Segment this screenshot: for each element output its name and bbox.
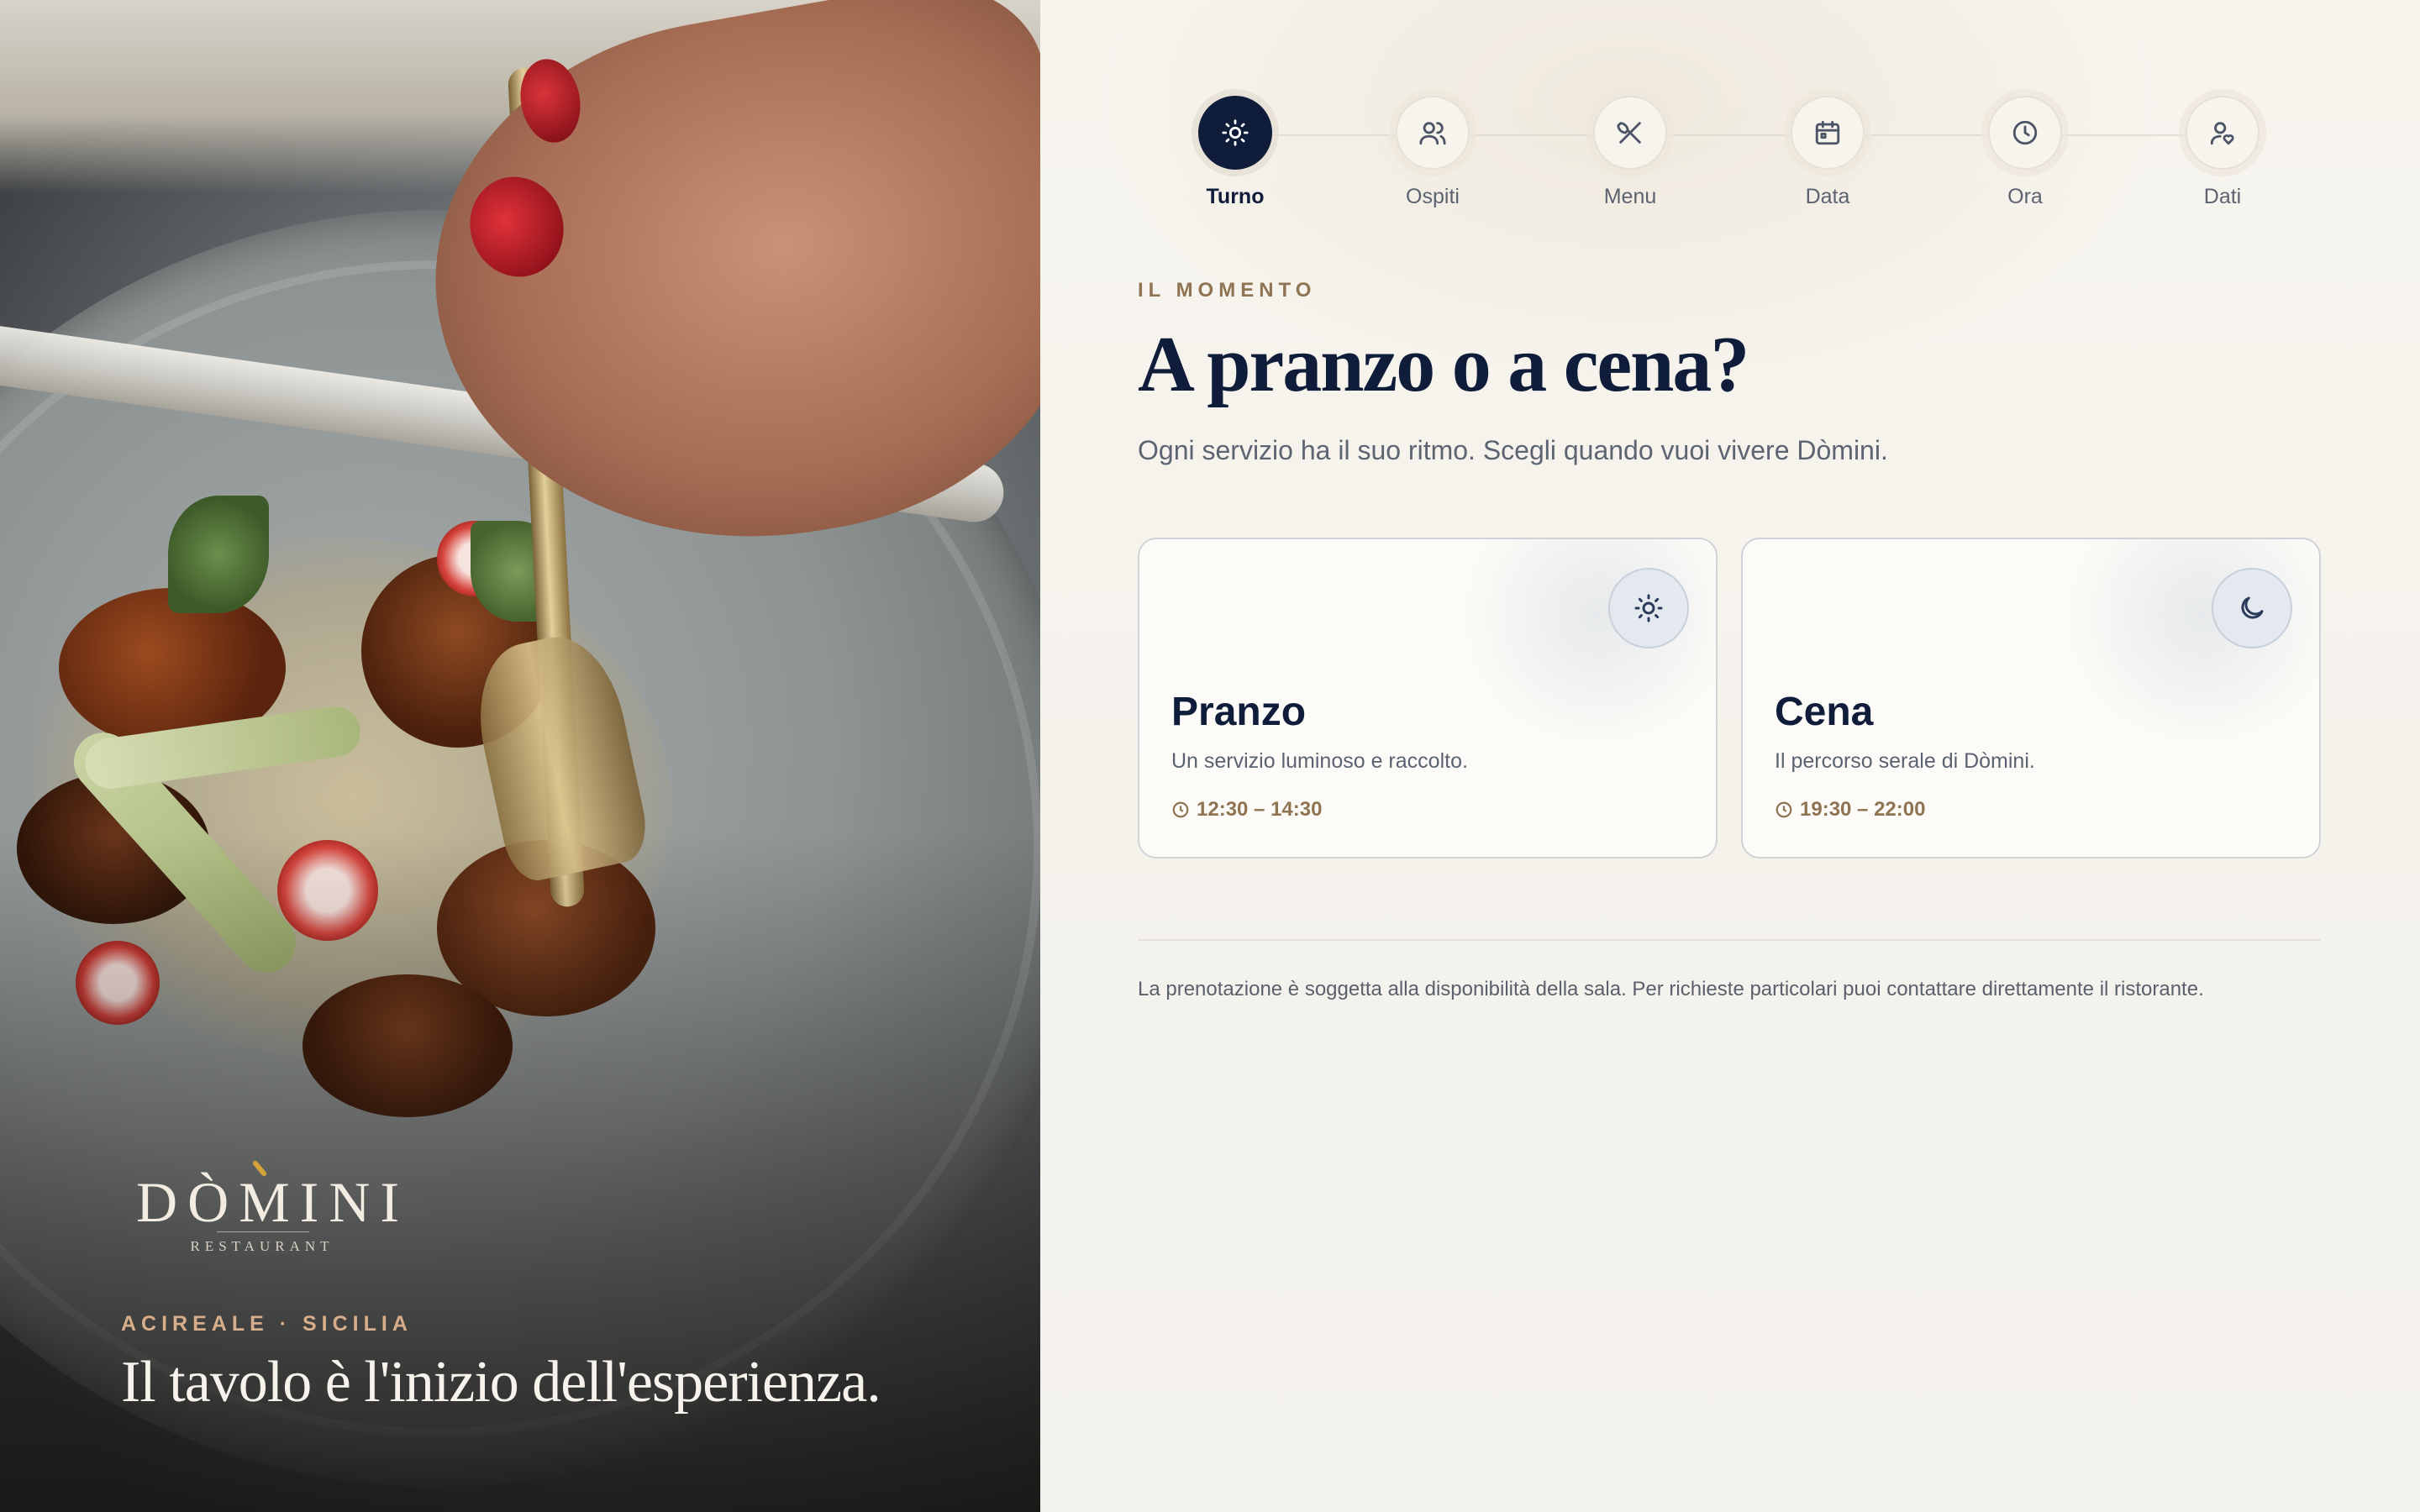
calendar-icon (1791, 96, 1865, 170)
clock-icon (1172, 801, 1189, 818)
option-time-text: 12:30 – 14:30 (1197, 798, 1323, 821)
option-time-text: 19:30 – 22:00 (1800, 798, 1926, 821)
step-data[interactable]: Data (1752, 94, 1903, 220)
step-label: Dati (2203, 185, 2242, 208)
step-label: Turno (1206, 185, 1265, 208)
step-ora[interactable]: Ora (1949, 94, 2101, 220)
step-turno[interactable]: Turno (1160, 94, 1311, 220)
step-menu[interactable]: Menu (1555, 94, 1706, 220)
step-ospiti[interactable]: Ospiti (1357, 94, 1508, 220)
clock-icon (1988, 96, 2062, 170)
hero-shade (0, 0, 1040, 1512)
logo-word: DÒMINI (136, 1170, 410, 1234)
logo-subtitle: RESTAURANT (190, 1238, 334, 1254)
option-description: Il percorso serale di Dòmini. (1775, 749, 2035, 773)
step-label: Data (1805, 185, 1850, 208)
booking-stepper: Turno Ospiti Menu Data Ora Dati (1160, 94, 2269, 220)
option-title: Pranzo (1171, 690, 1307, 734)
option-card-cena[interactable]: Cena Il percorso serale di Dòmini. 19:30… (1741, 538, 2321, 858)
page-subtitle: Ogni servizio ha il suo ritmo. Scegli qu… (1138, 435, 1888, 465)
card-glow (1447, 539, 1716, 741)
card-glow (2050, 539, 2319, 741)
users-icon (1396, 96, 1470, 170)
hero-image: DÒMINI RESTAURANT ACIREALE · SICILIA Il … (0, 0, 1040, 1512)
page-title: A pranzo o a cena? (1138, 321, 1749, 408)
section-kicker: IL MOMENTO (1138, 279, 1317, 302)
user-heart-icon (2186, 96, 2260, 170)
option-description: Un servizio luminoso e raccolto. (1171, 749, 1468, 773)
option-time: 12:30 – 14:30 (1171, 798, 1322, 822)
hero-location: ACIREALE · SICILIA (121, 1312, 413, 1336)
availability-note: La prenotazione è soggetta alla disponib… (1138, 978, 2204, 1000)
hero-title: Il tavolo è l'inizio dell'esperienza. (121, 1350, 881, 1415)
option-card-pranzo[interactable]: Pranzo Un servizio luminoso e raccolto. … (1138, 538, 1718, 858)
clock-icon (1776, 801, 1792, 818)
divider (1138, 939, 2321, 941)
logo-divider (217, 1231, 309, 1232)
restaurant-logo: DÒMINI RESTAURANT (136, 1158, 410, 1267)
step-label: Menu (1603, 185, 1657, 208)
step-dati[interactable]: Dati (2147, 94, 2298, 220)
utensils-icon (1593, 96, 1667, 170)
step-label: Ora (2007, 185, 2043, 208)
step-label: Ospiti (1406, 185, 1460, 208)
option-title: Cena (1775, 690, 1874, 734)
option-time: 19:30 – 22:00 (1775, 798, 1925, 822)
sun-icon (1608, 568, 1689, 648)
moon-icon (2212, 568, 2292, 648)
sun-icon (1198, 96, 1272, 170)
